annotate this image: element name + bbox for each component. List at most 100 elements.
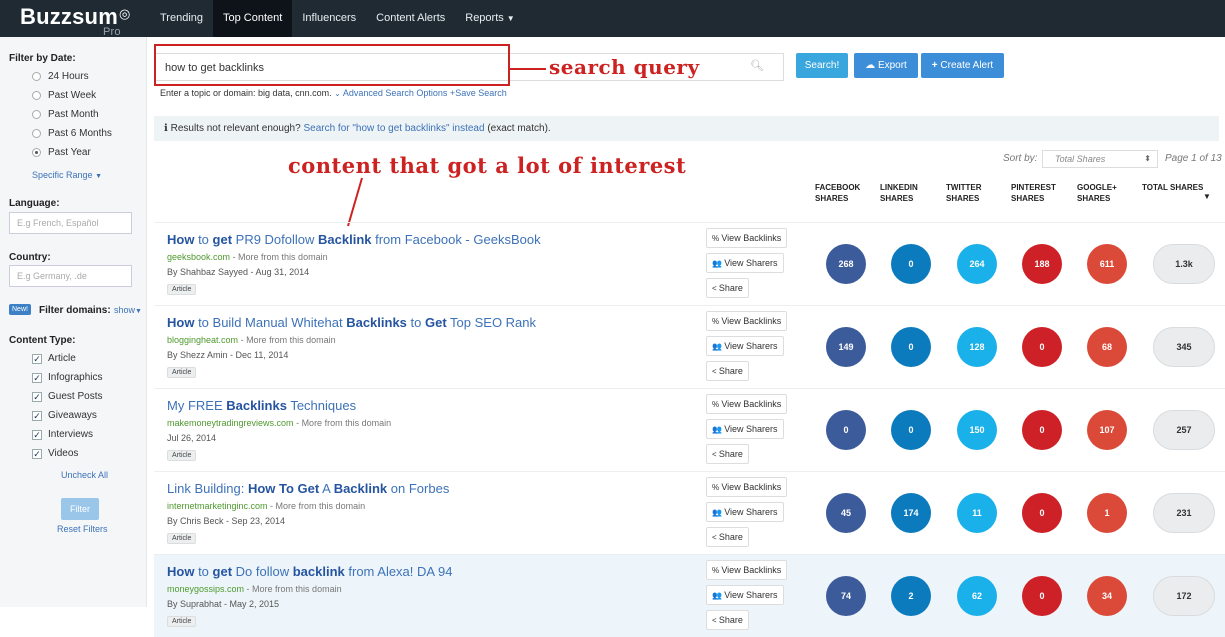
action-label: View Sharers: [724, 424, 778, 434]
create-alert-button[interactable]: + Create Alert: [921, 53, 1004, 78]
content-type-checkbox[interactable]: ✓ Guest Posts: [32, 391, 102, 402]
column-header-line1: FACEBOOK: [815, 183, 861, 192]
nav-content-alerts[interactable]: Content Alerts: [366, 0, 455, 37]
result-title-link[interactable]: My FREE Backlinks Techniques: [167, 398, 356, 413]
filter-domains-show-toggle[interactable]: show▼: [114, 305, 142, 315]
content-type-checkbox[interactable]: ✓ Interviews: [32, 429, 93, 440]
filter-button[interactable]: Filter: [61, 498, 99, 520]
google-shares-count: 611: [1087, 244, 1127, 284]
more-from-domain-link[interactable]: More from this domain: [246, 335, 336, 345]
result-title-link[interactable]: How to get PR9 Dofollow Backlink from Fa…: [167, 232, 541, 247]
more-from-domain-link[interactable]: More from this domain: [302, 418, 392, 428]
result-domain: internetmarketinginc.com - More from thi…: [167, 501, 365, 511]
checkbox-checked-icon: ✓: [32, 353, 42, 364]
more-from-domain-link[interactable]: More from this domain: [276, 501, 366, 511]
result-row: How to get PR9 Dofollow Backlink from Fa…: [154, 222, 1225, 305]
advanced-search-options-link[interactable]: ⌄ Advanced Search Options: [334, 88, 447, 98]
title-segment: Backlinks: [346, 315, 407, 330]
view-backlinks-button[interactable]: % View Backlinks: [706, 477, 788, 497]
date-option-radio[interactable]: Past Month: [32, 109, 99, 120]
domain-separator: -: [238, 335, 247, 345]
title-segment: Backlink: [333, 481, 388, 496]
share-button[interactable]: < Share: [706, 527, 749, 547]
share-button[interactable]: < Share: [706, 278, 749, 298]
view-backlinks-button[interactable]: % View Backlinks: [706, 228, 788, 248]
content-type-checkbox[interactable]: ✓ Videos: [32, 448, 78, 459]
action-label: View Backlinks: [721, 482, 782, 492]
result-title-link[interactable]: How to get Do follow backlink from Alexa…: [167, 564, 452, 579]
export-button[interactable]: ☁ Export: [854, 53, 918, 78]
domain-link[interactable]: geeksbook.com: [167, 252, 230, 262]
specific-range-label: Specific Range: [32, 170, 93, 180]
column-header-line1: LINKEDIN: [880, 183, 918, 192]
view-sharers-button[interactable]: 👥 View Sharers: [706, 585, 784, 605]
share-button[interactable]: < Share: [706, 444, 749, 464]
column-header[interactable]: TOTAL SHARES: [1142, 182, 1203, 193]
share-icon: <: [712, 284, 719, 293]
domain-link[interactable]: bloggingheat.com: [167, 335, 238, 345]
filter-by-date-heading: Filter by Date:: [9, 53, 76, 64]
result-byline: By Chris Beck - Sep 23, 2014: [167, 516, 286, 526]
content-type-tag: Article: [167, 284, 197, 295]
title-segment: How: [167, 232, 195, 247]
result-title-link[interactable]: How to Build Manual Whitehat Backlinks t…: [167, 315, 536, 330]
result-domain: makemoneytradingreviews.com - More from …: [167, 418, 391, 428]
date-option-radio[interactable]: Past 6 Months: [32, 128, 112, 139]
total-shares-count: 257: [1153, 410, 1215, 450]
exact-match-search-link[interactable]: Search for "how to get backlinks" instea…: [303, 123, 484, 134]
date-option-radio[interactable]: Past Year: [32, 147, 91, 158]
language-input[interactable]: E.g French, Español: [9, 212, 132, 234]
nav-reports[interactable]: Reports ▼: [455, 0, 524, 37]
save-search-link[interactable]: +Save Search: [450, 88, 507, 98]
view-backlinks-button[interactable]: % View Backlinks: [706, 560, 788, 580]
share-button[interactable]: < Share: [706, 610, 749, 630]
nav-influencers[interactable]: Influencers: [292, 0, 366, 37]
search-hint-text: Enter a topic or domain: big data, cnn.c…: [160, 88, 332, 98]
nav-trending[interactable]: Trending: [150, 0, 213, 37]
action-label: View Sharers: [724, 590, 778, 600]
more-from-domain-link[interactable]: More from this domain: [252, 584, 342, 594]
create-alert-label: Create Alert: [940, 60, 994, 71]
page-indicator: Page 1 of 13: [1165, 153, 1222, 164]
result-row: How to Build Manual Whitehat Backlinks t…: [154, 305, 1225, 388]
date-option-radio[interactable]: 24 Hours: [32, 71, 89, 82]
country-input[interactable]: E.g Germany, .de: [9, 265, 132, 287]
language-heading: Language:: [9, 198, 60, 209]
twitter-shares-count: 264: [957, 244, 997, 284]
radio-circle-icon: [32, 129, 41, 138]
domain-link[interactable]: internetmarketinginc.com: [167, 501, 268, 511]
view-sharers-button[interactable]: 👥 View Sharers: [706, 502, 784, 522]
search-icon[interactable]: 🔍︎: [750, 59, 764, 72]
nav-top-content[interactable]: Top Content: [213, 0, 293, 37]
google-shares-count: 1: [1087, 493, 1127, 533]
twitter-shares-count: 11: [957, 493, 997, 533]
more-from-domain-link[interactable]: More from this domain: [238, 252, 328, 262]
sort-desc-icon[interactable]: ▼: [1203, 192, 1211, 201]
uncheck-all-link[interactable]: Uncheck All: [61, 470, 108, 480]
content-type-checkbox[interactable]: ✓ Infographics: [32, 372, 102, 383]
content-type-checkbox[interactable]: ✓ Giveaways: [32, 410, 97, 421]
reset-filters-link[interactable]: Reset Filters: [57, 524, 108, 534]
buzzsumo-logo[interactable]: Buzzsum◎ Pro: [20, 4, 131, 38]
view-sharers-button[interactable]: 👥 View Sharers: [706, 419, 784, 439]
column-header: PINTEREST SHARES: [1011, 182, 1056, 204]
result-byline: By Shahbaz Sayyed - Aug 31, 2014: [167, 267, 310, 277]
result-title-link[interactable]: Link Building: How To Get A Backlink on …: [167, 481, 449, 496]
checkbox-checked-icon: ✓: [32, 391, 42, 402]
domain-link[interactable]: makemoneytradingreviews.com: [167, 418, 294, 428]
date-option-radio[interactable]: Past Week: [32, 90, 96, 101]
title-segment: to: [406, 315, 425, 330]
share-button[interactable]: < Share: [706, 361, 749, 381]
domain-link[interactable]: moneygossips.com: [167, 584, 244, 594]
search-button[interactable]: Search!: [796, 53, 848, 78]
content-type-checkbox[interactable]: ✓ Article: [32, 353, 76, 364]
view-backlinks-button[interactable]: % View Backlinks: [706, 311, 788, 331]
total-shares-count: 172: [1153, 576, 1215, 616]
specific-range-link[interactable]: Specific Range ▼: [32, 170, 102, 180]
sort-select[interactable]: Total Shares ⬍: [1042, 150, 1158, 168]
view-sharers-button[interactable]: 👥 View Sharers: [706, 253, 784, 273]
view-backlinks-button[interactable]: % View Backlinks: [706, 394, 788, 414]
view-sharers-button[interactable]: 👥 View Sharers: [706, 336, 784, 356]
show-label: show: [114, 305, 136, 315]
link-icon: %: [712, 483, 722, 492]
